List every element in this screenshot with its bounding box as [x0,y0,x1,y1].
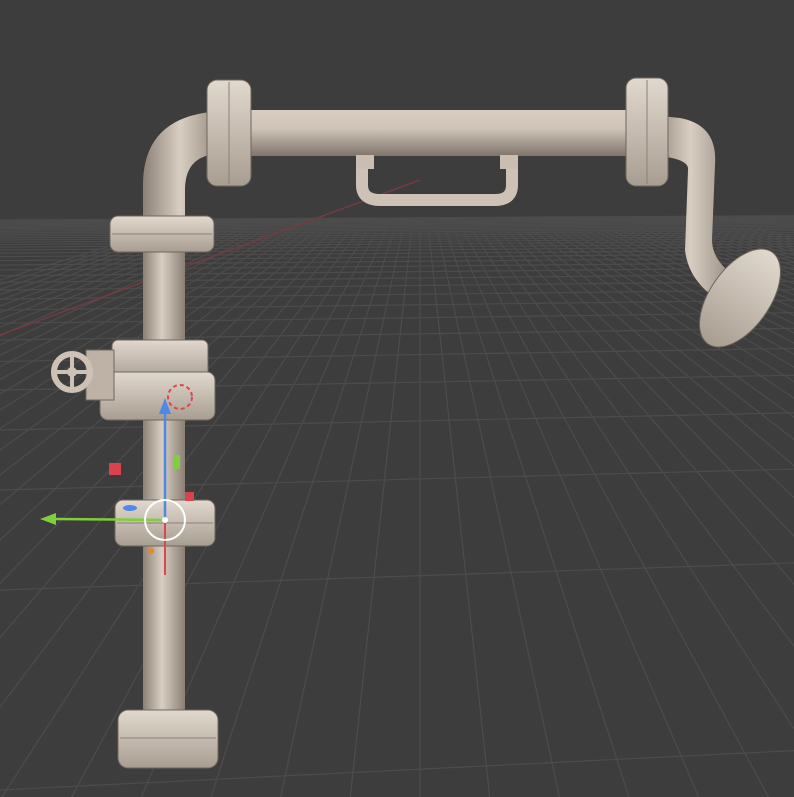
grid-line [280,227,404,797]
viewport-canvas[interactable] [0,0,794,797]
handle-mount-right [500,155,518,169]
gizmo-yz-plane-handle[interactable] [174,455,180,469]
flange-top-right [625,77,669,187]
grid-line [0,562,794,591]
grid-line [210,227,396,797]
horizontal-pipe [225,110,645,156]
origin-dot [148,548,154,554]
flange-upper-vertical [109,215,215,253]
gizmo-y-axis[interactable] [54,517,166,522]
gizmo-x-handle[interactable] [185,492,194,501]
handle-mount-left [356,155,374,169]
gizmo-y-arrow-icon[interactable] [40,513,56,525]
object-origin [162,517,168,523]
grid-line [0,327,794,341]
gizmo-xy-plane-handle[interactable] [123,505,137,511]
grid-line [453,227,700,797]
gizmo-xz-plane-handle[interactable] [109,463,121,475]
grid-line [349,227,413,797]
flange-bottom [117,709,219,769]
valve-body [85,339,216,421]
grid-line [427,227,491,797]
valve-wheel-icon[interactable] [51,351,93,393]
grid-line [444,227,630,797]
flange-top-left [206,79,252,187]
3d-viewport[interactable] [0,0,794,797]
grid-line [436,227,560,797]
